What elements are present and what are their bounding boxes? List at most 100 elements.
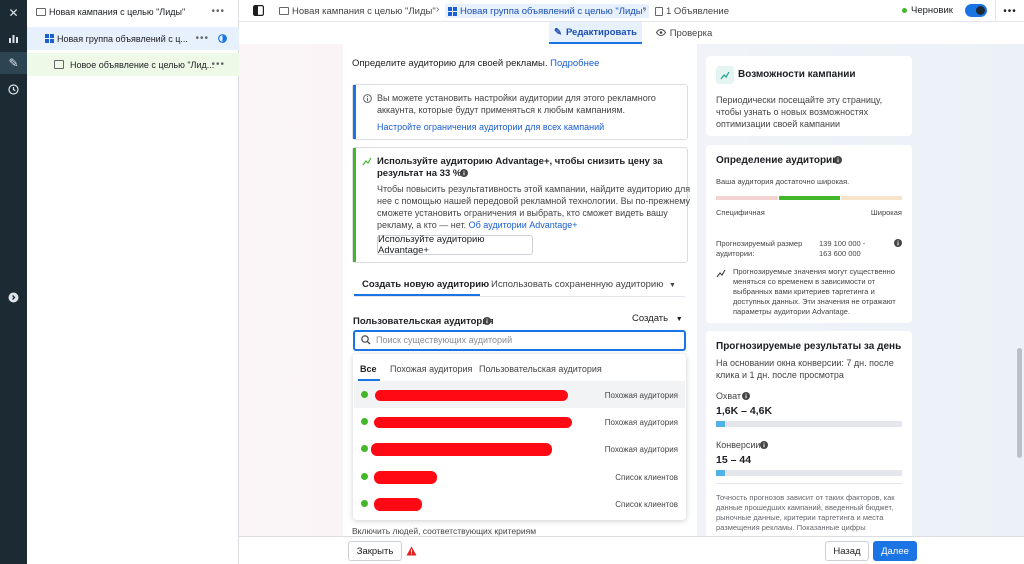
use-advantage-button[interactable]: Используйте аудиторию Advantage+ (377, 234, 533, 256)
status-dot (902, 8, 907, 13)
reach-label: Охват (716, 391, 742, 401)
estimate-note: выбранных вами критериев таргетинга и (733, 287, 875, 296)
back-button[interactable]: Назад (825, 541, 869, 561)
audience-restrictions-link[interactable]: Настройте ограничения аудитории для всех… (377, 122, 604, 132)
redacted-name (374, 417, 572, 428)
size-label: Прогнозируемый размер (716, 239, 803, 248)
campaign-tree: Новая кампания с целью "Лиды" ••• Новая … (27, 0, 239, 564)
info-icon (742, 392, 750, 403)
edit-mode-label: Редактировать (565, 26, 637, 38)
conversions-label: Конверсии (716, 440, 761, 450)
tree-item-adset[interactable]: Новая группа объявлений с ц... ••• (27, 27, 239, 50)
status-dot (361, 418, 368, 425)
info-text: аккаунта, которые будут применяться к лю… (377, 105, 626, 115)
accuracy-note: рыночные данные, критерии таргетинга и м… (716, 513, 884, 522)
breadcrumb-label: Новая кампания с целью "Лиды" (292, 5, 436, 17)
breadcrumb-ads[interactable]: 1 Объявление (655, 4, 729, 18)
status-badge: Черновик (911, 5, 953, 16)
meter-label-specific: Специфичная (716, 208, 765, 217)
overflow-menu-icon[interactable]: ••• (995, 0, 1024, 22)
edit-mode-tab[interactable]: ✎ Редактировать (549, 22, 642, 44)
campaign-capabilities-card: Возможности кампании Периодически посеща… (706, 56, 912, 136)
daily-results-card: Прогнозируемые результаты за день На осн… (706, 331, 912, 536)
pencil-icon: ✎ (553, 26, 562, 38)
learn-more-link[interactable]: Подробнее (550, 58, 599, 69)
tree-item-ad[interactable]: Новое объявление с целью "Лид... ••• (27, 53, 239, 76)
advantage-link[interactable]: Об аудитории Advantage+ (469, 220, 578, 230)
advantage-body: сможете установить ограничения и выбрать… (377, 208, 668, 218)
next-label: Далее (881, 545, 909, 557)
accuracy-note: Точность прогнозов зависит от таких факт… (716, 493, 895, 502)
breadcrumb-adset[interactable]: Новая группа объявлений с целью "Лиды" (445, 4, 650, 18)
audience-type: Похожая аудитория (604, 391, 678, 400)
ad-icon (655, 6, 663, 16)
ad-icon (54, 60, 64, 69)
expand-icon[interactable] (0, 286, 27, 308)
capabilities-title: Возможности кампании (738, 69, 856, 80)
draft-toggle[interactable] (965, 4, 987, 17)
create-label: Создать (632, 313, 669, 324)
tab-saved-label: Использовать сохраненную аудиторию (491, 279, 664, 290)
warning-icon (406, 546, 417, 559)
advantage-body: нее с помощью нашей передовой рекламной … (377, 196, 691, 206)
back-label: Назад (833, 545, 861, 557)
meter-optimal (779, 196, 840, 200)
status-dot (361, 473, 368, 480)
advantage-plus-box: Используйте аудиторию Advantage+, чтобы … (352, 147, 691, 263)
breadcrumb-campaign[interactable]: Новая кампания с целью "Лиды" (279, 4, 436, 18)
size-value: 163 600 000 (819, 249, 861, 258)
chart-icon[interactable] (0, 27, 27, 49)
create-audience-dropdown[interactable]: Создать ▼ (632, 313, 683, 324)
audience-intro: Определите аудиторию для своей рекламы. … (352, 58, 599, 69)
folder-icon (36, 7, 46, 16)
next-button[interactable]: Далее (873, 541, 917, 561)
size-value: 139 100 000 - (819, 239, 866, 248)
accuracy-note: размещения рекламы. Показанные цифры (716, 523, 866, 532)
tree-item-label: Новая группа объявлений с ц... (57, 33, 188, 44)
review-mode-label: Проверка (669, 27, 713, 39)
breadcrumb-separator: › (643, 4, 647, 15)
sidebar-toggle-icon[interactable] (253, 5, 265, 19)
size-label: аудитории: (716, 249, 755, 258)
use-advantage-label: Используйте аудиторию Advantage+ (378, 234, 485, 256)
scrollbar-thumb[interactable] (1017, 348, 1022, 458)
breadcrumb-label: 1 Объявление (666, 5, 730, 17)
filter-tab-all[interactable]: Все (360, 364, 377, 374)
conversions-bar-fill (716, 470, 726, 476)
more-icon[interactable]: ••• (195, 33, 209, 44)
close-button[interactable]: Закрыть (348, 541, 402, 561)
tree-item-label: Новая кампания с целью "Лиды" (49, 6, 186, 17)
tab-create-audience[interactable]: Создать новую аудиторию (362, 279, 489, 290)
clock-icon[interactable] (0, 78, 27, 100)
advantage-title: Используйте аудиторию Advantage+, чтобы … (377, 156, 663, 167)
estimate-note: Прогнозируемые значения могут существенн… (733, 267, 895, 276)
estimate-note: параметры аудитории Advantage. (733, 307, 850, 316)
grid-icon (45, 34, 54, 43)
review-mode-tab[interactable]: Проверка (652, 22, 716, 44)
reach-bar-fill (716, 421, 726, 427)
tab-saved-audience[interactable]: Использовать сохраненную аудиторию ▼ (491, 279, 676, 290)
info-icon (834, 156, 842, 167)
search-input[interactable]: Поиск существующих аудиторий (353, 330, 686, 351)
tree-item-campaign[interactable]: Новая кампания с целью "Лиды" ••• (27, 0, 239, 23)
progress-icon (218, 34, 227, 45)
reach-value: 1,6K – 4,6K (716, 405, 773, 417)
close-icon[interactable]: ✕ (0, 2, 27, 24)
include-people-label: Включить людей, соответствующих критерия… (352, 526, 537, 536)
estimate-note: доступных данных. Эти значения не отража… (733, 297, 896, 306)
more-icon[interactable]: ••• (211, 6, 225, 17)
audience-type: Похожая аудитория (604, 418, 678, 427)
filter-tab-lookalike[interactable]: Похожая аудитория (390, 364, 472, 374)
capabilities-body: Периодически посещайте эту страницу, (716, 95, 883, 105)
pencil-icon[interactable]: ✎ (0, 52, 27, 74)
footer-bar: Закрыть Назад Далее (239, 536, 1024, 564)
filter-tab-custom[interactable]: Пользовательская аудитория (479, 364, 602, 374)
tab-divider (354, 296, 685, 297)
info-accent (353, 85, 356, 139)
custom-audience-label: Пользовательская аудитория (353, 316, 494, 327)
redacted-name (371, 443, 552, 456)
more-icon[interactable]: ••• (211, 59, 225, 70)
folder-icon (279, 7, 289, 15)
breadcrumb-label: Новая группа объявлений с целью "Лиды" (460, 5, 647, 17)
caret-down-icon: ▼ (675, 316, 683, 323)
